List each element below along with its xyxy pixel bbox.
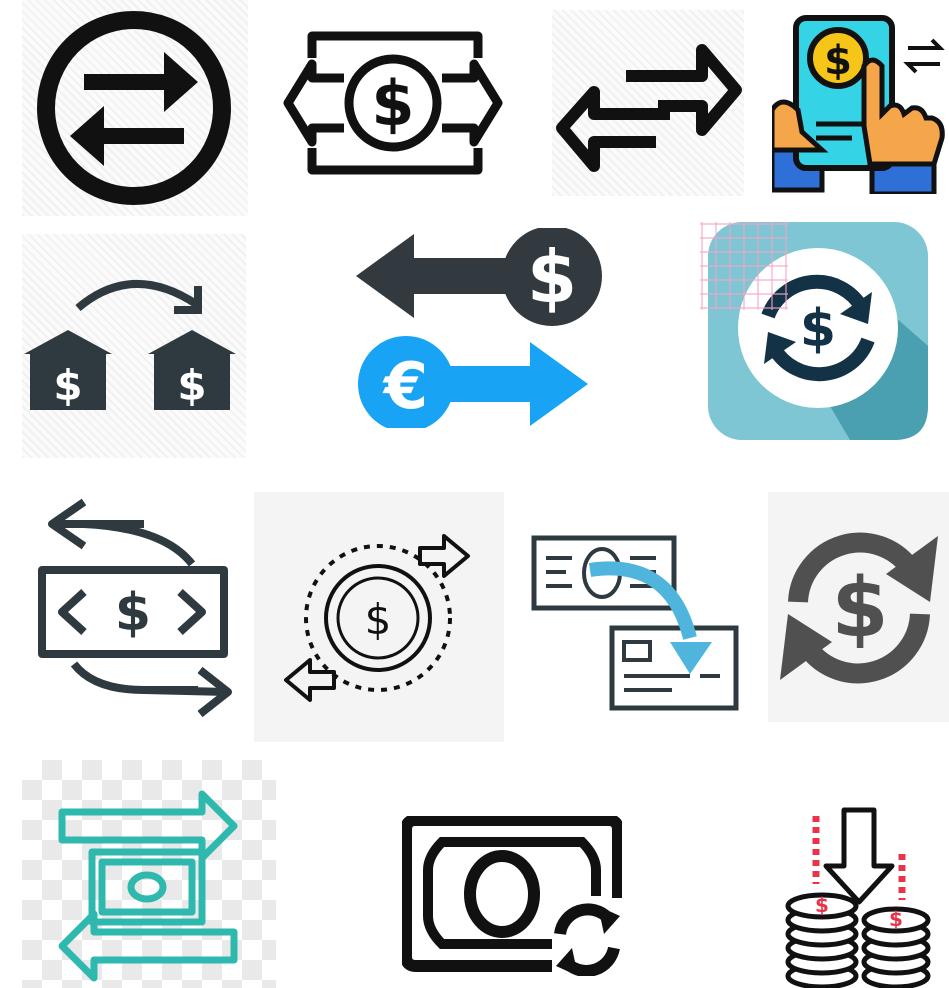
exchange-circle-arrows-icon[interactable]: [22, 0, 248, 216]
dollar-sign: $: [800, 299, 836, 359]
banknote-sync-icon[interactable]: [402, 816, 622, 976]
banknote-cycle-arrows-icon[interactable]: $: [24, 494, 236, 724]
dollar-sign: $: [53, 361, 82, 410]
dollar-sign: $: [527, 235, 577, 319]
dollar-euro-exchange-icon[interactable]: $ €: [352, 228, 606, 428]
left-right-arrows-icon[interactable]: [552, 10, 744, 196]
banknote-dollar-exchange-icon[interactable]: $: [282, 28, 504, 178]
dollar-sign: $: [831, 561, 888, 656]
dollar-refresh-icon[interactable]: $: [768, 492, 949, 722]
dollar-sign: $: [815, 893, 829, 917]
bank-to-bank-transfer-icon[interactable]: $ $: [22, 234, 246, 458]
dollar-sign: $: [371, 67, 414, 140]
phone-payment-transfer-icon[interactable]: $: [772, 14, 949, 194]
banknote-swap-arrows-icon[interactable]: [22, 760, 276, 988]
coins-deposit-icon[interactable]: $ $: [782, 806, 949, 988]
dollar-sign: $: [889, 907, 903, 931]
cheque-to-card-transfer-icon[interactable]: [520, 518, 752, 730]
dollar-sign: $: [365, 595, 392, 644]
dollar-sign: $: [177, 361, 206, 410]
dollar-sign: $: [824, 38, 852, 84]
dollar-refresh-app-icon[interactable]: $: [700, 222, 928, 440]
euro-sign: €: [382, 350, 429, 424]
coin-exchange-arrows-icon[interactable]: $: [254, 492, 504, 742]
dollar-sign: $: [115, 583, 151, 643]
